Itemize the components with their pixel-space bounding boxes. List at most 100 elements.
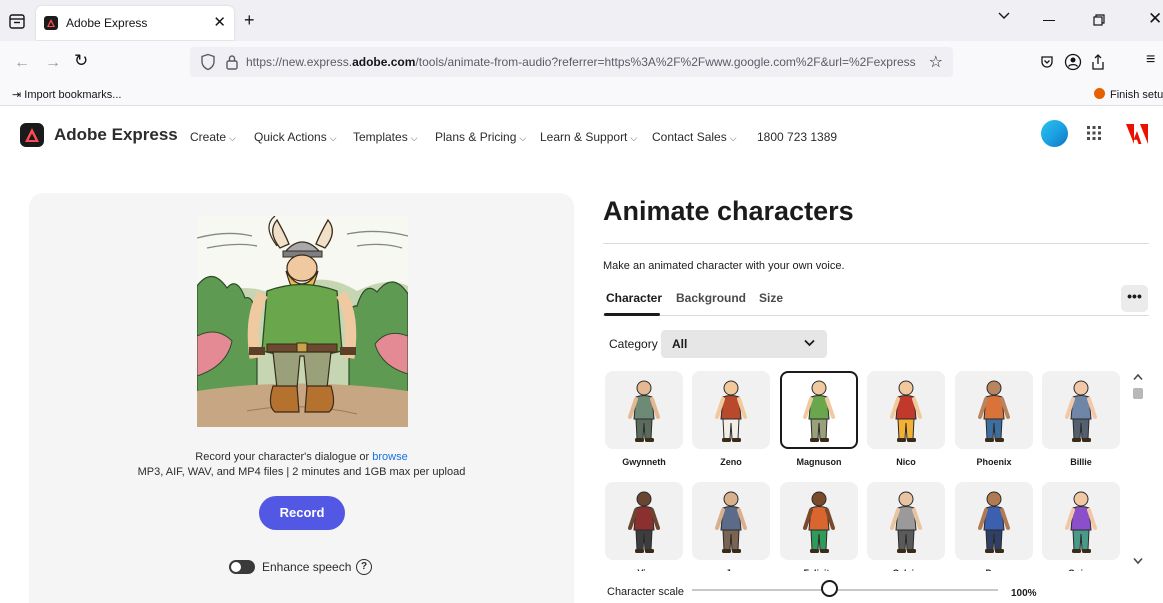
bookmark-star-icon[interactable]: ☆ [929,52,943,72]
url-bar[interactable]: https://new.express.adobe.com/tools/anim… [190,47,953,77]
enhance-speech-toggle[interactable] [229,560,255,574]
character-name: Vic [605,568,683,571]
character-name: Quinn [1042,568,1120,571]
character-figure-icon [890,380,922,442]
apps-grid-icon[interactable] [1087,126,1101,140]
character-scale-value: 100% [1011,588,1037,599]
character-name: Billie [1070,457,1092,467]
adobe-logo-icon[interactable] [1126,124,1148,144]
hamburger-menu-icon[interactable]: ≡ [1146,51,1155,69]
nav-quick-actions[interactable]: Quick Actions ⌵ [254,130,337,144]
character-card-quinn[interactable] [1042,482,1120,560]
character-figure-icon [890,491,922,553]
scroll-down-arrow-icon[interactable] [1132,557,1144,565]
character-card-gwynneth[interactable] [605,371,683,449]
extensions-icon[interactable] [1090,53,1106,71]
page-title: Animate characters [603,196,854,226]
scroll-thumb[interactable] [1133,388,1143,399]
window-restore-icon[interactable] [1093,14,1105,26]
character-card-felicity[interactable] [780,482,858,560]
category-label: Category [609,337,658,351]
firefox-logo-icon [1094,88,1105,99]
category-select[interactable]: All [661,330,827,358]
character-figure-icon [978,491,1010,553]
character-name: Magnuson [796,457,842,467]
character-card-vic[interactable] [605,482,683,560]
character-card-phoenix[interactable] [955,371,1033,449]
character-figure-icon [1065,380,1097,442]
pocket-icon[interactable] [1040,55,1054,69]
adobe-express-logo-icon[interactable] [20,123,44,147]
browser-nav-bar: ← → ↻ https://new.express.adobe.com/tool… [0,41,1163,85]
nav-templates[interactable]: Templates ⌵ [353,130,418,144]
tab-size[interactable]: Size [759,291,783,305]
browse-link[interactable]: browse [372,451,407,463]
reload-icon[interactable]: ↻ [74,51,88,71]
chevron-down-icon: ⌵ [729,133,737,143]
import-icon: ⇥ [12,89,22,101]
character-card-billie[interactable] [1042,371,1120,449]
window-minimize-icon[interactable] [1043,20,1055,21]
new-tab-icon[interactable]: + [244,10,255,31]
character-scale-label: Character scale [607,586,685,598]
nav-contact-sales[interactable]: Contact Sales ⌵ [652,130,737,144]
title-divider [603,243,1149,244]
chevron-down-icon: ⌵ [329,133,337,143]
nav-phone-number[interactable]: 1800 723 1389 [757,130,837,144]
character-figure-icon [628,491,660,553]
help-icon[interactable]: ? [356,559,372,575]
tracking-shield-icon[interactable] [200,53,216,71]
nav-create[interactable]: Create ⌵ [190,130,236,144]
character-grid-scrollbar[interactable] [1131,371,1145,571]
character-figure-icon [715,380,747,442]
browser-tab-bar: Adobe Express ✕ + ✕ [0,0,1163,41]
toggle-knob [231,562,241,572]
character-card-nico[interactable] [867,371,945,449]
url-text[interactable]: https://new.express.adobe.com/tools/anim… [246,55,916,69]
scroll-up-arrow-icon[interactable] [1132,373,1144,381]
forward-arrow-icon[interactable]: → [45,54,61,72]
character-scale-slider-track[interactable] [692,589,998,591]
brand-name[interactable]: Adobe Express [54,125,178,145]
account-icon[interactable] [1064,53,1082,71]
character-name: Gwynneth [622,457,666,467]
character-name: Felicity [780,568,858,571]
character-figure-icon [715,491,747,553]
nav-plans-pricing[interactable]: Plans & Pricing ⌵ [435,130,526,144]
character-figure-icon [1065,491,1097,553]
character-figure-icon [803,380,835,442]
import-bookmarks-item[interactable]: ⇥ Import bookmarks... [12,88,121,101]
back-arrow-icon[interactable]: ← [14,54,30,72]
chevron-down-icon: ⌵ [229,133,236,143]
active-tab-indicator [604,313,660,316]
nav-learn-support[interactable]: Learn & Support ⌵ [540,130,637,144]
window-close-icon[interactable]: ✕ [1148,9,1162,29]
lock-icon[interactable] [225,53,239,71]
tab-close-icon[interactable]: ✕ [213,13,226,31]
character-scale-slider-thumb[interactable] [821,580,838,597]
character-card-magnuson[interactable] [780,371,858,449]
tab-character[interactable]: Character [606,291,662,305]
character-card-dan[interactable] [955,482,1033,560]
firefox-view-icon[interactable] [6,10,28,32]
character-grid: Gwynneth Zeno Magnuson Nico Phoenix Billie Vic… [605,371,1125,571]
tab-background[interactable]: Background [676,291,746,305]
character-name: Dan [955,568,1033,571]
chevron-down-icon: ⌵ [410,133,418,143]
character-card-zeno[interactable] [692,371,770,449]
character-name: Calvin [867,568,945,571]
list-all-tabs-icon[interactable] [998,12,1010,20]
character-card-jo[interactable] [692,482,770,560]
record-button[interactable]: Record [259,496,345,530]
chevron-down-icon: ⌵ [630,133,638,143]
character-name: Zeno [720,457,742,467]
browser-tab-active[interactable]: Adobe Express ✕ [36,6,234,40]
more-options-button[interactable]: ••• [1121,285,1148,312]
tab-title: Adobe Express [66,16,148,30]
character-figure-icon [978,380,1010,442]
chevron-down-icon [804,339,815,347]
finish-setup-item[interactable]: Finish setup [1094,88,1163,101]
character-card-calvin[interactable] [867,482,945,560]
record-instruction: Record your character's dialogue or brow… [195,451,408,463]
user-avatar[interactable] [1041,120,1068,147]
